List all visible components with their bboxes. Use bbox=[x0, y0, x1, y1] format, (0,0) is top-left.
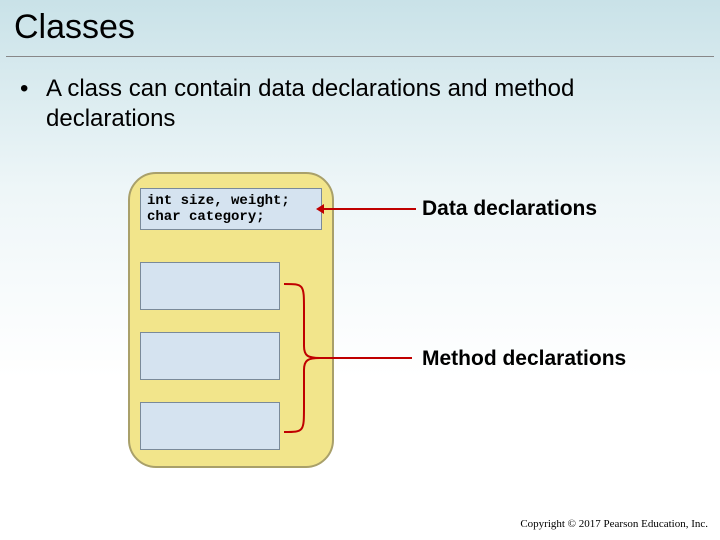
method-box-1 bbox=[140, 262, 280, 310]
method-declarations-label: Method declarations bbox=[422, 347, 626, 371]
data-arrow-icon bbox=[324, 208, 416, 210]
title-divider bbox=[6, 56, 714, 57]
method-box-3 bbox=[140, 402, 280, 450]
code-line-2: char category; bbox=[147, 209, 265, 225]
method-box-2 bbox=[140, 332, 280, 380]
bullet-dot-icon: • bbox=[20, 74, 28, 104]
copyright-text: Copyright © 2017 Pearson Education, Inc. bbox=[520, 518, 708, 530]
data-declarations-label: Data declarations bbox=[422, 197, 597, 221]
page-title: Classes bbox=[14, 8, 135, 47]
data-declaration-box: int size, weight; char category; bbox=[140, 188, 322, 230]
code-line-1: int size, weight; bbox=[147, 193, 290, 209]
method-bracket-icon bbox=[280, 260, 420, 456]
bullet-item: • A class can contain data declarations … bbox=[20, 74, 690, 134]
bullet-text: A class can contain data declarations an… bbox=[46, 74, 690, 134]
